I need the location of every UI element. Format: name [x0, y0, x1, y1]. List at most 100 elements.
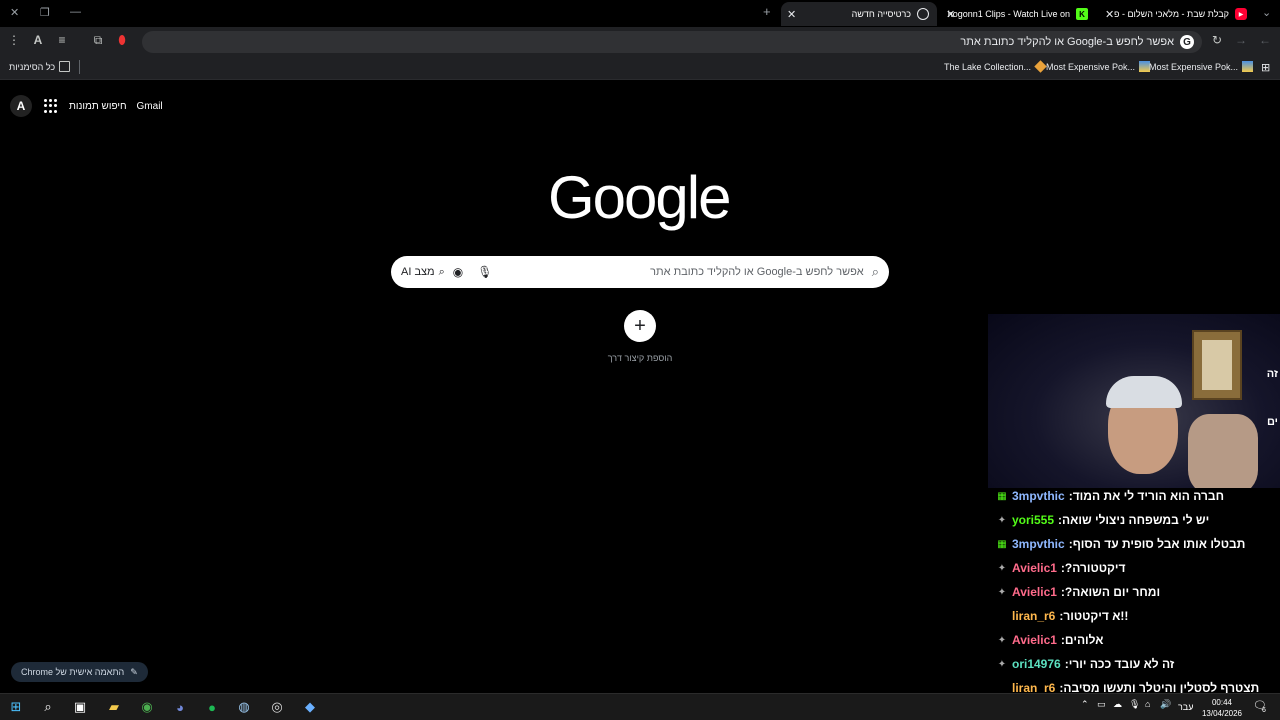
- extensions-icon[interactable]: ⧉: [89, 33, 107, 48]
- file-explorer-icon[interactable]: ▰: [105, 698, 123, 716]
- lens-icon[interactable]: ◉: [453, 265, 463, 279]
- chat-username[interactable]: 3mpvthic: [1012, 489, 1065, 503]
- sub-badge-icon: ✦: [997, 562, 1007, 574]
- streamer-hand: [1188, 414, 1258, 488]
- gmail-link[interactable]: Gmail: [137, 101, 163, 112]
- chat-username[interactable]: liran_r6: [1012, 609, 1055, 623]
- chat-message: ✦ ori14976: זה לא עובד ככה יורי: [990, 652, 1280, 676]
- chat-username[interactable]: Avielic1: [1012, 561, 1057, 575]
- discord-icon[interactable]: ◕: [171, 698, 189, 716]
- task-view-icon[interactable]: ▣: [71, 698, 89, 716]
- close-window-icon[interactable]: ✕: [10, 6, 19, 19]
- app-icon[interactable]: ◆: [301, 698, 319, 716]
- voice-search-icon[interactable]: 🎙: [477, 265, 492, 279]
- mic-icon[interactable]: 🎙: [1129, 699, 1140, 710]
- chat-username[interactable]: 3mpvthic: [1012, 537, 1065, 551]
- omnibox-placeholder: אפשר לחפש ב-Google או להקליד כתובת אתר: [960, 36, 1174, 48]
- bookmark-label: Most Expensive Pok...: [1149, 61, 1239, 72]
- volume-icon[interactable]: 🔊: [1160, 699, 1171, 710]
- tab-kick[interactable]: K Shogonn1 Clips - Watch Live on ✕: [940, 2, 1096, 26]
- search-icon[interactable]: ⌕: [39, 698, 57, 716]
- apps-grid-icon[interactable]: ⊞: [1261, 61, 1270, 74]
- close-tab-icon[interactable]: ✕: [1105, 8, 1114, 21]
- wall-picture: [1192, 330, 1242, 400]
- sub-badge-icon: ✦: [997, 586, 1007, 598]
- chat-message: ✦ yori555: יש לי במשפחה ניצולי שואה: [990, 508, 1280, 532]
- bookmark-item[interactable]: Most Expensive Pok...: [1046, 61, 1151, 72]
- bookmark-item[interactable]: The Lake Collection...: [944, 60, 1047, 73]
- chrome-icon[interactable]: ◉: [138, 698, 156, 716]
- forward-icon[interactable]: →: [1232, 33, 1250, 47]
- search-box[interactable]: ⌕ אפשר לחפש ב-Google או להקליד כתובת אתר…: [391, 256, 889, 288]
- onedrive-icon[interactable]: ☁: [1113, 699, 1122, 710]
- language-indicator[interactable]: עבר: [1178, 702, 1193, 712]
- spotify-icon[interactable]: ●: [203, 698, 221, 716]
- streamer-cap: [1106, 376, 1182, 408]
- sub-badge-icon: ✦: [997, 634, 1007, 646]
- close-tab-icon[interactable]: ✕: [787, 8, 796, 21]
- network-icon[interactable]: ⌂: [1145, 699, 1150, 709]
- reload-icon[interactable]: ↻: [1208, 33, 1226, 47]
- tab-label: כרטיסייה חדשה: [851, 9, 911, 19]
- tab-youtube[interactable]: ▶ קבלת שבת - מלאכי השלום - פ ✕: [1099, 2, 1255, 26]
- taskbar: ⊞ ⌕ ▣ ▰ ◉ ◕ ● ◍ ◎ ◆ ⌃ ▭ ☁ 🎙 ⌂ 🔊 עבר 00:4…: [0, 693, 1280, 720]
- kick-icon: K: [1076, 8, 1088, 20]
- sub-badge-icon: ✦: [997, 514, 1007, 526]
- new-tab-button[interactable]: +: [763, 4, 771, 19]
- no-badge: [996, 610, 1008, 622]
- profile-icon[interactable]: A: [29, 33, 47, 47]
- google-logo: Google: [548, 164, 731, 231]
- tab-strip: ✕ ❐ — + כרטיסייה חדשה ✕ K Shogonn1 Clips…: [0, 0, 1280, 27]
- top-nav: A חיפוש תמונות Gmail: [10, 95, 163, 117]
- chat-text: זה לא עובד ככה יורי: [1068, 657, 1175, 671]
- chat-message: ✦ Avielic1: אלוהים: [990, 628, 1280, 652]
- google-apps-icon[interactable]: [44, 99, 58, 113]
- tab-label: קבלת שבת - מלאכי השלום - פ: [1113, 9, 1229, 19]
- clock-time: 00:44: [1211, 698, 1233, 707]
- chat-username[interactable]: ori14976: [1012, 657, 1061, 671]
- add-shortcut-button[interactable]: +: [624, 310, 656, 342]
- avatar[interactable]: A: [10, 95, 32, 117]
- notification-count: 6: [1262, 707, 1266, 714]
- customize-chrome-button[interactable]: ✎ התאמה אישית של Chrome: [11, 662, 148, 682]
- chat-username[interactable]: Avielic1: [1012, 633, 1057, 647]
- all-bookmarks-button[interactable]: כל הסימניות: [9, 61, 71, 72]
- start-icon[interactable]: ⊞: [7, 698, 25, 716]
- chat-text: דיקטטורה?: [1064, 561, 1126, 575]
- omnibox[interactable]: G אפשר לחפש ב-Google או להקליד כתובת אתר: [142, 31, 1202, 53]
- chrome-icon: [917, 8, 929, 20]
- ai-search-icon: ⌕: [438, 265, 445, 278]
- browser-toolbar: ⋮ A ≡ ⧉ ⬮ G אפשר לחפש ב-Google או להקליד…: [0, 27, 1280, 56]
- google-icon: G: [1180, 35, 1194, 49]
- webcam-overlay: זה ים: [988, 314, 1280, 488]
- steam-icon[interactable]: ◍: [235, 698, 253, 716]
- ai-mode-button[interactable]: ⌕ מצב AI: [401, 266, 445, 279]
- adblock-icon[interactable]: ⬮: [113, 33, 131, 48]
- chat-text: יש לי במשפחה ניצולי שואה: [1062, 513, 1210, 527]
- images-link[interactable]: חיפוש תמונות: [69, 101, 127, 112]
- bookmarks-bar: כל הסימניות The Lake Collection... Most …: [0, 56, 1280, 80]
- restore-window-icon[interactable]: ❐: [40, 6, 50, 19]
- battery-icon[interactable]: ▭: [1097, 699, 1106, 710]
- cutoff-chat-text: ים: [1266, 416, 1278, 428]
- back-icon[interactable]: ←: [1256, 33, 1274, 47]
- tab-new-tab[interactable]: כרטיסייה חדשה ✕: [781, 2, 937, 26]
- minimize-window-icon[interactable]: —: [70, 6, 81, 18]
- all-bookmarks-label: כל הסימניות: [9, 61, 56, 72]
- pokemon-icon: [1242, 61, 1254, 72]
- clock[interactable]: 00:44 13/04/2026: [1198, 697, 1246, 719]
- bookmark-label: Most Expensive Pok...: [1046, 61, 1136, 72]
- reading-list-icon[interactable]: ≡: [53, 33, 71, 47]
- tab-search-icon[interactable]: ⌄: [1262, 6, 1271, 19]
- ai-mode-label: מצב AI: [401, 266, 435, 278]
- bookmark-label: The Lake Collection...: [944, 61, 1032, 72]
- chat-username[interactable]: Avielic1: [1012, 585, 1057, 599]
- new-tab-page: A חיפוש תמונות Gmail Google ⌕ אפשר לחפש …: [0, 81, 1280, 695]
- search-placeholder: אפשר לחפש ב-Google או להקליד כתובת אתר: [650, 266, 864, 278]
- chat-username[interactable]: yori555: [1012, 513, 1054, 527]
- close-tab-icon[interactable]: ✕: [946, 8, 955, 21]
- tray-chevron-icon[interactable]: ⌃: [1081, 699, 1089, 710]
- menu-icon[interactable]: ⋮: [5, 33, 23, 47]
- obs-icon[interactable]: ◎: [268, 698, 286, 716]
- bookmark-item[interactable]: Most Expensive Pok...: [1149, 61, 1254, 72]
